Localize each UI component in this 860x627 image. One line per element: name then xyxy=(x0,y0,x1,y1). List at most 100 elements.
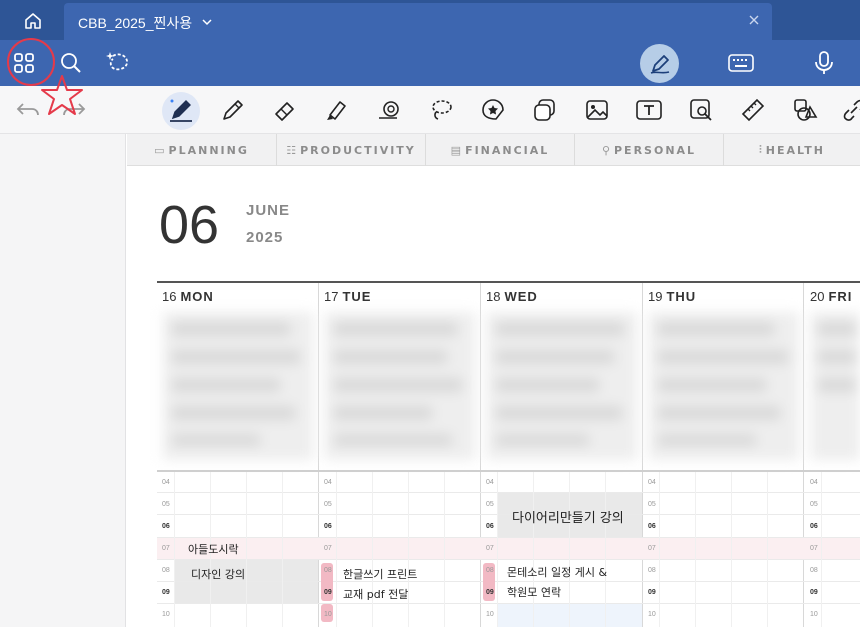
note-wed-montessori[interactable]: 몬테소리 일정 게시 & xyxy=(507,564,607,580)
pen-tool-icon[interactable] xyxy=(167,96,195,124)
image-search-icon[interactable] xyxy=(687,96,715,124)
hour-line xyxy=(157,514,860,515)
hour-label: 06 xyxy=(162,523,170,530)
tab-personal[interactable]: ⚲ PERSONAL xyxy=(575,134,724,166)
blurred-notes xyxy=(811,312,860,460)
day-number: 20 xyxy=(810,289,825,304)
hour-label: 09 xyxy=(810,589,818,596)
column-divider xyxy=(803,283,804,627)
blurred-notes xyxy=(649,312,799,460)
chevron-down-icon[interactable] xyxy=(200,14,214,28)
elements-icon[interactable] xyxy=(531,96,559,124)
title-bar: CBB_2025_찐사용 xyxy=(0,0,860,40)
pencil-icon[interactable] xyxy=(219,96,247,124)
tools-toolbar xyxy=(0,86,860,134)
hour-label: 04 xyxy=(486,479,494,486)
hour-line xyxy=(157,559,860,560)
note-wed-diary-lecture[interactable]: 다이어리만들기 강의 xyxy=(512,507,624,526)
hour-label: 10 xyxy=(324,611,332,618)
home-icon[interactable] xyxy=(20,8,46,34)
hour-label: 09 xyxy=(162,589,170,596)
image-icon[interactable] xyxy=(583,96,611,124)
shapes-icon[interactable] xyxy=(791,96,819,124)
hour-label: 06 xyxy=(324,523,332,530)
day-header-tue[interactable]: 17 TUE xyxy=(324,289,371,309)
hour-label: 07 xyxy=(810,545,818,552)
note-tue-print[interactable]: 한글쓰기 프린트 xyxy=(343,566,417,582)
hour-label: 10 xyxy=(810,611,818,618)
note-mon-lunchbox[interactable]: 아들도시락 xyxy=(188,541,239,557)
personal-icon: ⚲ xyxy=(601,143,610,157)
note-mon-design-lecture[interactable]: 디자인 강의 xyxy=(191,566,245,582)
hour-label: 07 xyxy=(486,545,494,552)
month-label: JUNE xyxy=(246,202,291,219)
hour-line xyxy=(157,603,860,604)
day-number: 19 xyxy=(648,289,663,304)
hour-line xyxy=(157,581,860,582)
day-header-fri[interactable]: 20 FRI xyxy=(810,289,852,309)
blurred-notes xyxy=(163,312,313,460)
tab-planning-label: PLANNING xyxy=(168,143,249,157)
hour-label: 06 xyxy=(810,523,818,530)
tab-financial-label: FINANCIAL xyxy=(465,143,550,157)
hour-label: 10 xyxy=(648,611,656,618)
productivity-icon: ☷ xyxy=(286,143,297,157)
undo-icon[interactable] xyxy=(14,96,42,124)
hour-label: 05 xyxy=(648,501,656,508)
planner-page: ▭ PLANNING ☷ PRODUCTIVITY ▤ FINANCIAL ⚲ PERS… xyxy=(127,134,860,627)
hour-label: 05 xyxy=(810,501,818,508)
hour-label: 07 xyxy=(324,545,332,552)
hour-line xyxy=(157,537,860,538)
lasso-icon[interactable] xyxy=(427,96,455,124)
sticker-icon[interactable] xyxy=(479,96,507,124)
health-icon: ⫶ xyxy=(759,143,762,156)
lasso-sparkle-icon[interactable] xyxy=(104,49,132,77)
keyboard-icon[interactable] xyxy=(727,49,755,77)
document-tab[interactable]: CBB_2025_찐사용 xyxy=(64,3,772,40)
hour-label: 04 xyxy=(162,479,170,486)
hour-label: 10 xyxy=(162,611,170,618)
day-header-mon[interactable]: 16 MON xyxy=(162,289,214,309)
tab-health[interactable]: ⫶ HEALTH xyxy=(724,134,860,166)
hour-label: 08 xyxy=(162,567,170,574)
day-number: 16 xyxy=(162,289,177,304)
day-header-thu[interactable]: 19 THU xyxy=(648,289,696,309)
highlighter-icon[interactable] xyxy=(323,96,351,124)
hour-line xyxy=(157,492,860,493)
tab-financial[interactable]: ▤ FINANCIAL xyxy=(426,134,575,166)
text-icon[interactable] xyxy=(635,96,663,124)
ruler-icon[interactable] xyxy=(739,96,767,124)
top-toolbar xyxy=(0,40,860,86)
financial-icon: ▤ xyxy=(450,143,462,157)
planning-icon: ▭ xyxy=(154,143,165,157)
shape-icon[interactable] xyxy=(375,96,403,124)
day-name: WED xyxy=(504,289,538,304)
hour-label: 08 xyxy=(486,567,494,574)
hour-label: 09 xyxy=(648,589,656,596)
close-icon[interactable] xyxy=(746,12,762,28)
day-header-wed[interactable]: 18 WED xyxy=(486,289,538,309)
tab-personal-label: PERSONAL xyxy=(614,143,697,157)
note-wed-contact[interactable]: 학원모 연락 xyxy=(507,584,561,600)
eraser-icon[interactable] xyxy=(271,96,299,124)
tab-health-label: HEALTH xyxy=(765,143,825,157)
tab-productivity[interactable]: ☷ PRODUCTIVITY xyxy=(277,134,426,166)
hour-label: 06 xyxy=(648,523,656,530)
hour-label: 05 xyxy=(324,501,332,508)
link-icon[interactable] xyxy=(840,96,860,124)
year-label: 2025 xyxy=(246,229,284,246)
note-tue-pdf[interactable]: 교재 pdf 전달 xyxy=(343,586,408,602)
hour-label: 09 xyxy=(486,589,494,596)
tab-title: CBB_2025_찐사용 xyxy=(78,15,193,31)
hour-label: 05 xyxy=(162,501,170,508)
search-icon[interactable] xyxy=(57,49,85,77)
microphone-icon[interactable] xyxy=(810,49,838,77)
highlight-band xyxy=(157,537,860,559)
timeline-divider xyxy=(157,470,860,472)
pen-mode-icon[interactable] xyxy=(640,44,679,83)
hour-label: 07 xyxy=(648,545,656,552)
hour-label: 10 xyxy=(486,611,494,618)
column-divider xyxy=(480,283,481,627)
tab-planning[interactable]: ▭ PLANNING xyxy=(127,134,277,166)
planner-tabs: ▭ PLANNING ☷ PRODUCTIVITY ▤ FINANCIAL ⚲ PERS… xyxy=(127,134,860,166)
